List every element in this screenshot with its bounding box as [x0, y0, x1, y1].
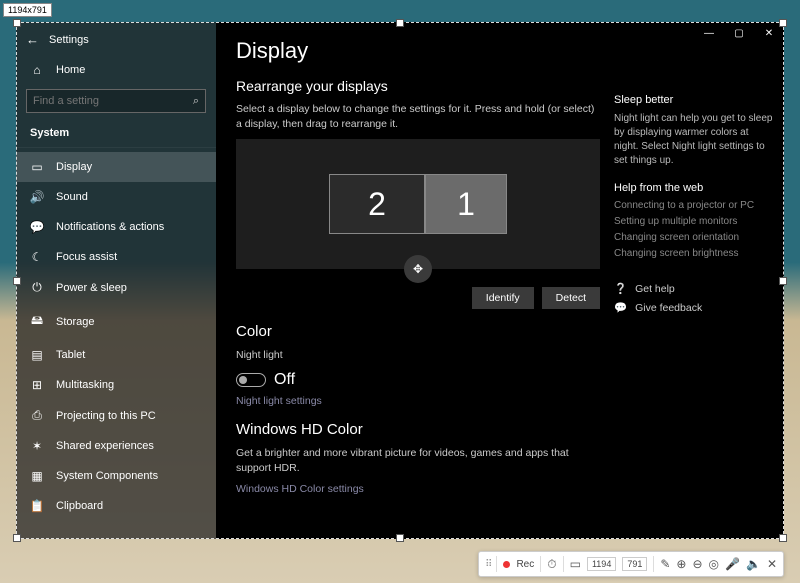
pencil-icon[interactable]: ✎	[660, 557, 670, 571]
recorder-toolbar[interactable]: ⠿ Rec ⏱ ▭ 1194 791 ✎ ⊕ ⊖ ◎ 🎤 🔈 ✕	[478, 551, 784, 577]
resize-handle[interactable]	[13, 534, 21, 542]
resize-handle[interactable]	[779, 19, 787, 27]
resize-handle[interactable]	[779, 534, 787, 542]
resize-handle[interactable]	[396, 19, 404, 27]
resize-handle[interactable]	[13, 19, 21, 27]
resize-handle[interactable]	[13, 277, 21, 285]
mic-icon[interactable]: 🎤	[725, 557, 740, 571]
record-label: Rec	[516, 559, 534, 570]
capture-selection-frame[interactable]	[16, 22, 784, 539]
close-toolbar-icon[interactable]: ✕	[767, 557, 777, 571]
crop-icon[interactable]: ▭	[570, 557, 581, 571]
grip-icon[interactable]: ⠿	[485, 559, 490, 570]
zoom-out-icon[interactable]: ⊖	[692, 557, 702, 571]
webcam-icon[interactable]: ◎	[709, 557, 719, 571]
resize-handle[interactable]	[396, 534, 404, 542]
zoom-in-icon[interactable]: ⊕	[676, 557, 686, 571]
width-field[interactable]: 1194	[587, 557, 616, 571]
timer-icon[interactable]: ⏱	[547, 557, 556, 572]
record-icon[interactable]	[503, 561, 510, 568]
speaker-icon[interactable]: 🔈	[746, 557, 761, 571]
resize-handle[interactable]	[779, 277, 787, 285]
dimension-badge: 1194x791	[3, 3, 52, 17]
height-field[interactable]: 791	[622, 557, 647, 571]
